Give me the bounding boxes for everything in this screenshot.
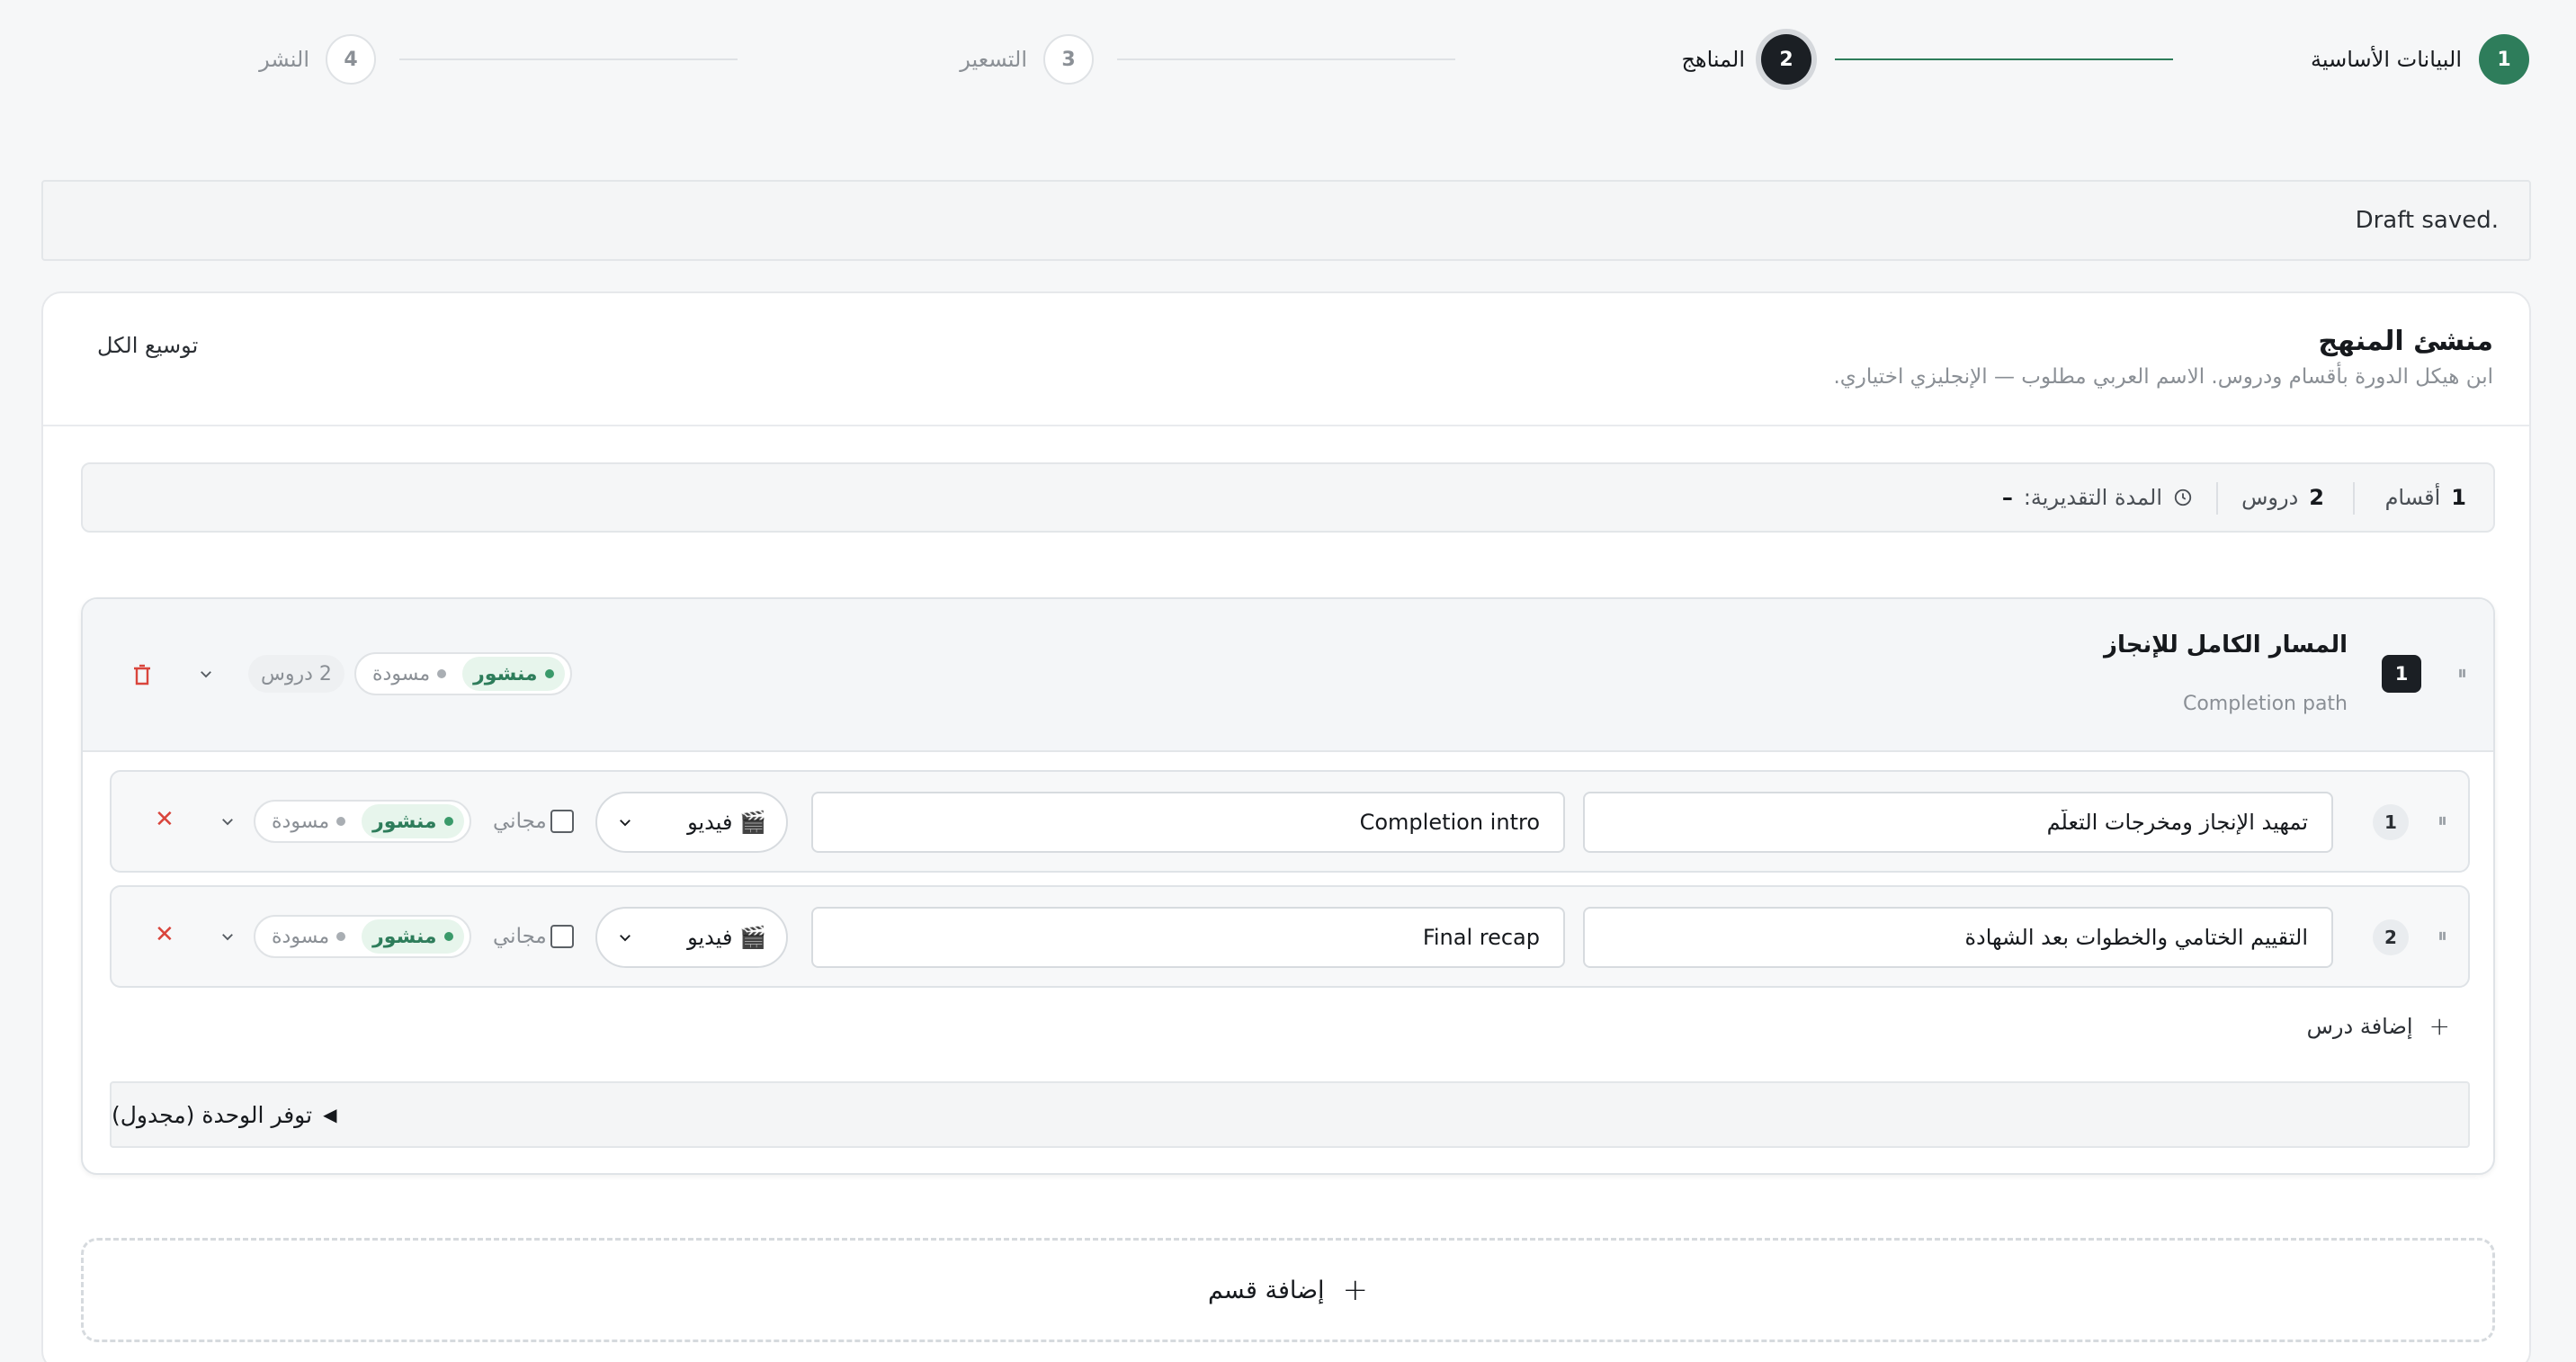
add-section-label: إضافة قسم [1207, 1276, 1325, 1304]
status-draft-label: مسودة [272, 925, 330, 948]
trash-icon[interactable] [131, 664, 153, 687]
lesson-number: 1 [2373, 804, 2409, 840]
status-published-label: منشور [372, 925, 437, 948]
lesson-number: 2 [2373, 919, 2409, 955]
drag-handle-icon[interactable]: ⏸ [2457, 662, 2468, 685]
duration-value: – [2001, 485, 2013, 510]
free-lesson-checkbox[interactable] [550, 810, 574, 833]
lesson-status-toggle[interactable]: منشور مسودة [254, 915, 471, 958]
lesson-type-select[interactable]: 🎬 فيديو [595, 907, 788, 968]
chevron-down-icon[interactable] [198, 666, 214, 682]
step-connector-2 [1117, 58, 1455, 60]
status-draft-option[interactable]: مسودة [261, 919, 356, 954]
sections-label: أقسام [2384, 485, 2441, 510]
remove-lesson-close-icon[interactable]: ✕ [155, 921, 174, 948]
lessons-count: 2 [2309, 485, 2324, 510]
lesson-row: ⏸ 2 🎬 فيديو مجاني منشور مسودة [110, 885, 2470, 988]
unit-availability-toggle[interactable]: ◀ توفر الوحدة (مجدول) [110, 1081, 2470, 1148]
status-published-option[interactable]: منشور [362, 804, 464, 838]
add-lesson-button[interactable]: + إضافة درس [2307, 1011, 2450, 1041]
chevron-down-icon [620, 935, 631, 942]
clock-icon [2174, 488, 2192, 506]
lesson-title-ar-input[interactable] [1583, 792, 2333, 853]
duration-stat: المدة التقديرية: – [2002, 464, 2193, 531]
status-draft-label: مسودة [272, 810, 330, 833]
step-connector-1 [1835, 58, 2173, 60]
add-lesson-label: إضافة درس [2306, 1013, 2413, 1039]
step-3-label[interactable]: التسعير [960, 47, 1027, 72]
status-published-label: منشور [473, 662, 538, 685]
step-4-circle[interactable]: 4 [326, 34, 376, 85]
chevron-down-icon[interactable] [219, 813, 236, 829]
lesson-title-ar-input[interactable] [1583, 907, 2333, 968]
add-section-button[interactable]: + إضافة قسم [81, 1238, 2495, 1342]
section-status-toggle[interactable]: منشور مسودة [354, 652, 572, 695]
status-draft-label: مسودة [372, 662, 431, 685]
lesson-type-value: 🎬 فيديو [687, 925, 766, 950]
divider [43, 425, 2529, 426]
duration-label: المدة التقديرية: [2023, 485, 2162, 510]
draft-saved-text: Draft saved. [2355, 207, 2499, 234]
status-dot-icon [443, 932, 453, 941]
lesson-count-chip: 2 دروس [248, 655, 344, 693]
status-published-option[interactable]: منشور [462, 657, 565, 691]
lessons-stat: 2 دروس [2241, 464, 2324, 531]
status-dot-icon [443, 817, 453, 826]
lesson-row: ⏸ 1 🎬 فيديو مجاني منشور مسودة [110, 770, 2470, 873]
free-lesson-label: مجاني [493, 810, 547, 833]
unit-availability-label: توفر الوحدة (مجدول) [112, 1101, 313, 1128]
section-header[interactable]: ⏸ 1 المسار الكامل للإنجاز Completion pat… [83, 599, 2493, 752]
expand-all-button[interactable]: توسيع الكل [97, 333, 198, 358]
drag-handle-icon[interactable]: ⏸ [2437, 925, 2448, 947]
status-dot-icon [336, 817, 346, 826]
section-card: ⏸ 1 المسار الكامل للإنجاز Completion pat… [81, 597, 2495, 1175]
status-draft-option[interactable]: مسودة [362, 657, 457, 691]
disclosure-triangle-icon: ◀ [323, 1104, 337, 1125]
status-draft-option[interactable]: مسودة [261, 804, 356, 838]
divider [2353, 482, 2355, 515]
lesson-title-en-input[interactable] [811, 907, 1565, 968]
plus-icon: + [1342, 1272, 1369, 1308]
step-1-label[interactable]: البيانات الأساسية [2311, 47, 2462, 72]
lesson-title-en-input[interactable] [811, 792, 1565, 853]
builder-title: منشئ المنهج [2318, 326, 2493, 357]
status-dot-icon [544, 669, 554, 678]
curriculum-stats-bar: 1 أقسام 2 دروس المدة التقديرية: – [81, 462, 2495, 533]
divider [2216, 482, 2218, 515]
step-2-label[interactable]: المناهج [1681, 47, 1745, 72]
step-connector-3 [399, 58, 738, 60]
lesson-type-value: 🎬 فيديو [687, 810, 766, 835]
lesson-status-toggle[interactable]: منشور مسودة [254, 800, 471, 843]
status-dot-icon [437, 669, 447, 678]
status-dot-icon [336, 932, 346, 941]
status-published-option[interactable]: منشور [362, 919, 464, 954]
curriculum-builder-card: منشئ المنهج ابن هيكل الدورة بأقسام ودروس… [41, 291, 2531, 1362]
step-2-circle[interactable]: 2 [1761, 34, 1811, 85]
plus-icon: + [2428, 1011, 2450, 1041]
free-lesson-checkbox[interactable] [550, 925, 574, 948]
sections-stat: 1 أقسام [2385, 464, 2466, 531]
chevron-down-icon[interactable] [219, 928, 236, 945]
chevron-down-icon [620, 820, 631, 827]
step-3-circle[interactable]: 3 [1043, 34, 1094, 85]
drag-handle-icon[interactable]: ⏸ [2437, 810, 2448, 832]
lesson-type-select[interactable]: 🎬 فيديو [595, 792, 788, 853]
section-title-ar: المسار الكامل للإنجاز [2104, 632, 2348, 659]
lessons-label: دروس [2241, 485, 2299, 510]
remove-lesson-close-icon[interactable]: ✕ [155, 806, 174, 833]
status-published-label: منشور [372, 810, 437, 833]
builder-subtitle: ابن هيكل الدورة بأقسام ودروس. الاسم العر… [1833, 365, 2493, 389]
section-number: 1 [2382, 655, 2421, 693]
free-lesson-label: مجاني [493, 925, 547, 948]
sections-count: 1 [2451, 485, 2466, 510]
step-1-circle[interactable]: 1 [2479, 34, 2529, 85]
section-title-en: Completion path [2182, 693, 2348, 715]
step-4-label[interactable]: النشر [259, 47, 309, 72]
draft-saved-notice: Draft saved. [41, 180, 2531, 261]
